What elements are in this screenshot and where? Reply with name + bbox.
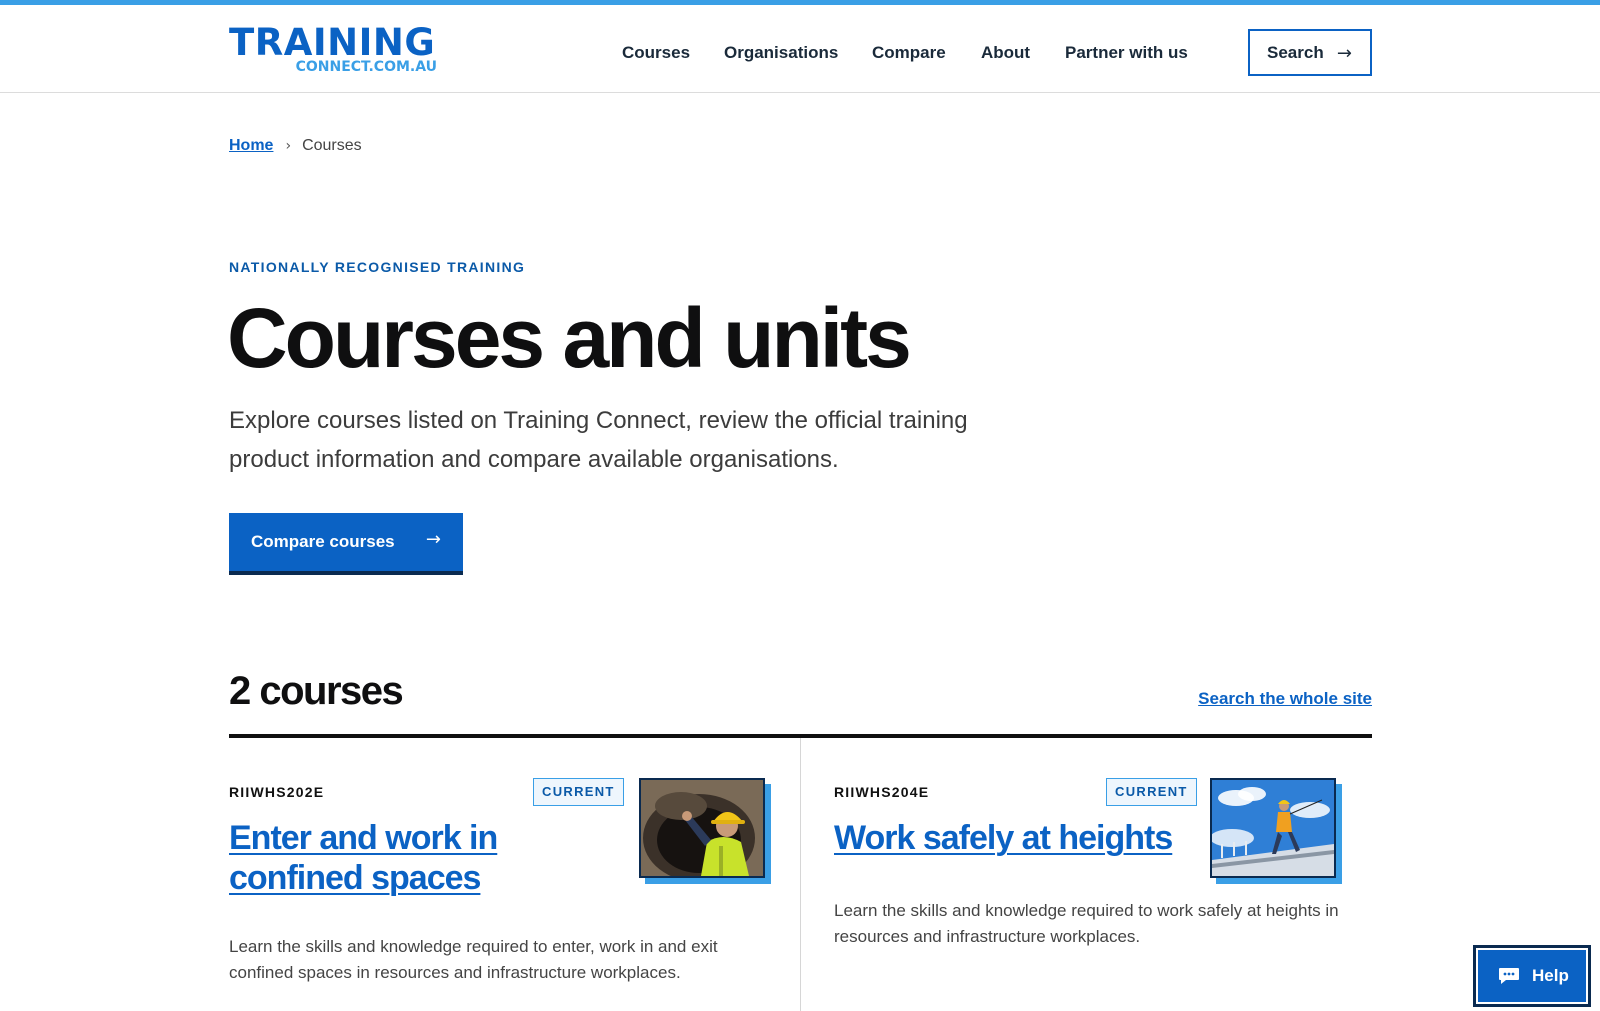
course-code: RIIWHS202E: [229, 784, 325, 800]
search-button[interactable]: Search →: [1248, 29, 1372, 76]
nav-courses[interactable]: Courses: [622, 41, 690, 65]
chevron-right-icon: ›: [285, 138, 292, 154]
site-header: TRAINING CONNECT.COM.AU Courses Organisa…: [0, 5, 1600, 93]
status-badge: CURRENT: [533, 778, 624, 806]
nav-about[interactable]: About: [981, 41, 1030, 65]
breadcrumb-home-link[interactable]: Home: [229, 137, 273, 154]
course-card: RIIWHS204E CURRENT Work safely at height…: [834, 738, 1354, 1011]
results-count: 2 courses: [229, 669, 404, 713]
search-button-label: Search: [1267, 42, 1324, 62]
course-code: RIIWHS204E: [834, 784, 930, 800]
compare-courses-label: Compare courses: [251, 532, 395, 551]
chat-bubble-icon: [1499, 968, 1519, 984]
course-description: Learn the skills and knowledge required …: [229, 937, 718, 982]
hero-lead: Explore courses listed on Training Conne…: [229, 407, 968, 473]
breadcrumb: Home › Courses: [229, 136, 362, 156]
help-button[interactable]: Help: [1473, 945, 1591, 1007]
course-title-link[interactable]: Work safely at heights: [834, 818, 1194, 858]
page-title: Courses and units: [227, 291, 912, 385]
heights-worker-image: [1210, 778, 1336, 878]
arrow-right-icon: →: [425, 529, 441, 550]
course-card: RIIWHS202E CURRENT Enter and work in con…: [229, 738, 771, 1011]
breadcrumb-current: Courses: [302, 137, 362, 154]
course-thumbnail[interactable]: [639, 778, 771, 884]
nav-organisations[interactable]: Organisations: [724, 41, 838, 65]
course-description: Learn the skills and knowledge required …: [834, 901, 1339, 946]
search-whole-site-link[interactable]: Search the whole site: [1198, 689, 1372, 709]
compare-courses-button[interactable]: Compare courses →: [229, 513, 463, 575]
card-divider: [800, 738, 801, 1011]
nav-compare[interactable]: Compare: [872, 41, 946, 65]
hero-eyebrow: NATIONALLY RECOGNISED TRAINING: [229, 259, 526, 275]
course-title-link[interactable]: Enter and work in confined spaces: [229, 818, 559, 898]
arrow-right-icon: →: [1336, 43, 1352, 64]
status-badge: CURRENT: [1106, 778, 1197, 806]
nav-partner[interactable]: Partner with us: [1065, 41, 1188, 65]
course-thumbnail[interactable]: [1210, 778, 1342, 884]
help-label: Help: [1532, 966, 1569, 985]
confined-space-worker-image: [639, 778, 765, 878]
